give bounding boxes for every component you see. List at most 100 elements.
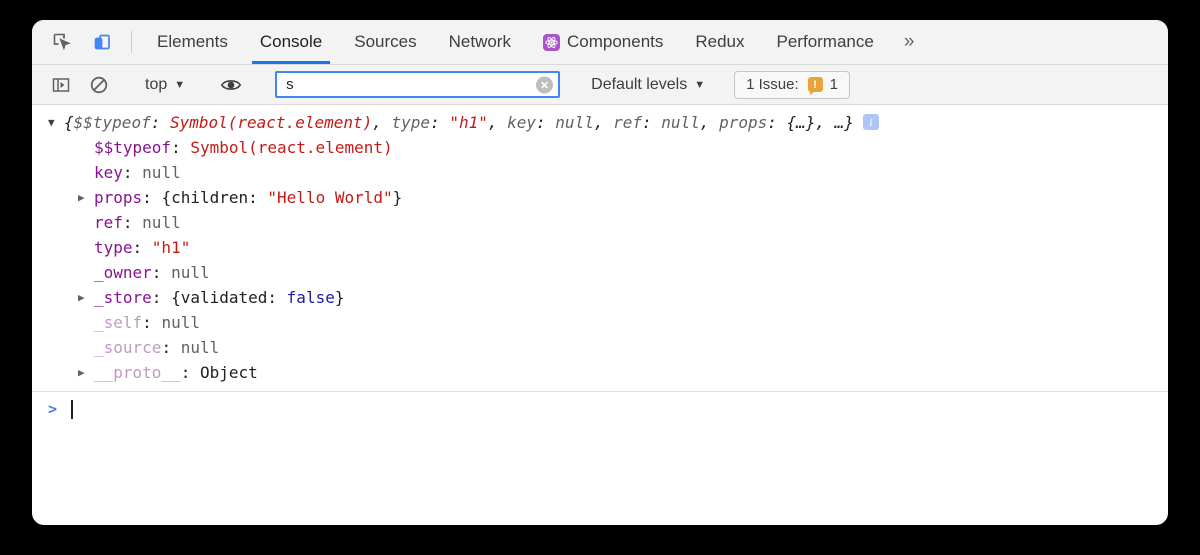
tab-network[interactable]: Network	[433, 20, 527, 64]
object-property-row[interactable]: ▶__proto__: Object	[32, 360, 1168, 385]
issues-button[interactable]: 1 Issue: ! 1	[734, 71, 850, 99]
object-property-list: $$typeof: Symbol(react.element)key: null…	[32, 135, 1168, 385]
code-token: $$typeof	[74, 113, 151, 132]
inspect-element-icon[interactable]	[42, 20, 82, 64]
code-token: ref	[613, 113, 642, 132]
object-property-row: _self: null	[32, 310, 1168, 335]
code-token: _self	[94, 313, 142, 332]
code-token: props	[94, 188, 142, 207]
code-token: ,	[372, 113, 391, 132]
disclosure-triangle-icon[interactable]: ▶	[78, 360, 94, 385]
object-property-row: ref: null	[32, 210, 1168, 235]
code-token: }	[393, 188, 403, 207]
property-text: _owner: null	[94, 260, 210, 285]
disclosure-triangle-icon[interactable]: ▶	[78, 285, 94, 310]
info-icon[interactable]: i	[863, 114, 879, 130]
execution-context-value: top	[145, 76, 167, 94]
code-token: __proto__	[94, 363, 181, 382]
more-tabs-button[interactable]: »	[890, 20, 929, 64]
code-token: Object	[200, 363, 258, 382]
code-token: , …}	[815, 113, 854, 132]
issues-label: 1 Issue:	[746, 76, 799, 93]
log-object-header[interactable]: ▼ {$$typeof: Symbol(react.element), type…	[32, 110, 1168, 135]
chevron-down-icon: ▼	[174, 79, 185, 91]
property-text: _source: null	[94, 335, 219, 360]
object-property-row[interactable]: ▶props: {children: "Hello World"}	[32, 185, 1168, 210]
code-token: :	[642, 113, 661, 132]
code-token: "Hello World"	[267, 188, 392, 207]
code-token: {…}	[787, 113, 816, 132]
code-token: Symbol(react.element)	[190, 138, 392, 157]
live-expression-eye-icon[interactable]	[212, 70, 250, 100]
code-token: validated	[181, 288, 268, 307]
property-text: _self: null	[94, 310, 200, 335]
prompt-caret-icon: >	[48, 397, 57, 422]
code-token: $$typeof	[94, 138, 171, 157]
code-token: null	[161, 313, 200, 332]
code-token: type	[94, 238, 133, 257]
code-token: "h1"	[449, 113, 488, 132]
code-token: :	[267, 288, 286, 307]
console-prompt-row[interactable]: >	[32, 392, 1168, 426]
code-token: children	[171, 188, 248, 207]
code-token: null	[555, 113, 594, 132]
code-token: ,	[488, 113, 507, 132]
code-token: :	[123, 163, 142, 182]
more-tabs-label: »	[904, 31, 915, 53]
object-property-row: _owner: null	[32, 260, 1168, 285]
code-token: :	[142, 313, 161, 332]
tab-sources-label: Sources	[354, 32, 416, 52]
tab-elements-label: Elements	[157, 32, 228, 52]
object-property-row: key: null	[32, 160, 1168, 185]
device-toolbar-icon[interactable]	[82, 20, 122, 64]
tab-elements[interactable]: Elements	[141, 20, 244, 64]
filter-input[interactable]	[275, 71, 560, 98]
clear-console-icon[interactable]	[80, 70, 118, 100]
log-levels-selector[interactable]: Default levels ▼	[585, 76, 711, 94]
tab-network-label: Network	[449, 32, 511, 52]
execution-context-selector[interactable]: top ▼	[137, 76, 193, 94]
tab-console[interactable]: Console	[244, 20, 338, 64]
tab-performance[interactable]: Performance	[761, 20, 890, 64]
code-token: _source	[94, 338, 161, 357]
code-token: :	[123, 213, 142, 232]
code-token: :	[536, 113, 555, 132]
warning-issue-icon: !	[808, 77, 823, 92]
tab-components[interactable]: Components	[527, 20, 679, 64]
chevron-down-icon-levels: ▼	[694, 79, 705, 91]
code-token: "h1"	[152, 238, 191, 257]
object-property-row: $$typeof: Symbol(react.element)	[32, 135, 1168, 160]
filter-input-wrapper	[275, 71, 560, 98]
tab-components-label: Components	[567, 32, 663, 52]
code-token: null	[142, 163, 181, 182]
object-property-row[interactable]: ▶_store: {validated: false}	[32, 285, 1168, 310]
code-token: _owner	[94, 263, 152, 282]
code-token: false	[287, 288, 335, 307]
code-token: ,	[594, 113, 613, 132]
react-logo-icon	[543, 34, 560, 51]
code-token: key	[94, 163, 123, 182]
code-token: ,	[700, 113, 719, 132]
code-token: _store	[94, 288, 152, 307]
tab-sources[interactable]: Sources	[338, 20, 432, 64]
tab-redux-label: Redux	[695, 32, 744, 52]
code-token: :	[133, 238, 152, 257]
tab-performance-label: Performance	[777, 32, 874, 52]
code-token: null	[142, 213, 181, 232]
code-token: :	[767, 113, 786, 132]
log-object-preview: {$$typeof: Symbol(react.element), type: …	[64, 110, 854, 135]
text-cursor	[71, 400, 73, 419]
code-token: props	[719, 113, 767, 132]
disclosure-triangle-icon[interactable]: ▶	[78, 185, 94, 210]
tab-console-label: Console	[260, 32, 322, 52]
clear-input-icon[interactable]	[536, 76, 553, 93]
property-text: props: {children: "Hello World"}	[94, 185, 402, 210]
console-sidebar-icon[interactable]	[42, 70, 80, 100]
code-token: :	[161, 338, 180, 357]
disclosure-triangle-open-icon[interactable]: ▼	[48, 110, 64, 135]
code-token: : {	[142, 188, 171, 207]
property-text: _store: {validated: false}	[94, 285, 344, 310]
code-token: Symbol(react.element)	[170, 113, 372, 132]
tabbar-divider	[131, 31, 132, 53]
tab-redux[interactable]: Redux	[679, 20, 760, 64]
